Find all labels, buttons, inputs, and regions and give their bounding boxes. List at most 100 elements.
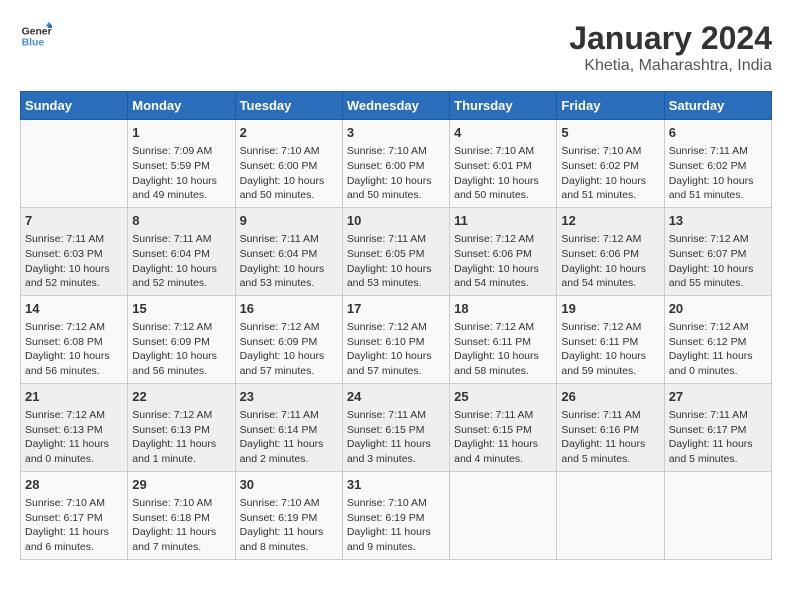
week-row-1: 1Sunrise: 7:09 AMSunset: 5:59 PMDaylight… — [21, 120, 772, 208]
week-row-5: 28Sunrise: 7:10 AMSunset: 6:17 PMDayligh… — [21, 471, 772, 559]
location-subtitle: Khetia, Maharashtra, India — [569, 57, 772, 75]
day-info-line: and 54 minutes. — [454, 276, 552, 291]
day-number: 14 — [25, 300, 123, 318]
day-info-line: Sunset: 6:06 PM — [561, 247, 659, 262]
day-info-line: and 3 minutes. — [347, 452, 445, 467]
day-info-line: and 53 minutes. — [347, 276, 445, 291]
calendar-cell: 12Sunrise: 7:12 AMSunset: 6:06 PMDayligh… — [557, 207, 664, 295]
day-info-line: and 5 minutes. — [669, 452, 767, 467]
calendar-cell: 11Sunrise: 7:12 AMSunset: 6:06 PMDayligh… — [450, 207, 557, 295]
day-number: 23 — [240, 388, 338, 406]
day-number: 17 — [347, 300, 445, 318]
day-info-line: Daylight: 10 hours — [454, 262, 552, 277]
day-info-line: Sunrise: 7:12 AM — [561, 232, 659, 247]
month-year-title: January 2024 — [569, 20, 772, 57]
day-info-line: Sunrise: 7:11 AM — [454, 408, 552, 423]
day-info-line: Sunrise: 7:10 AM — [25, 496, 123, 511]
day-info-line: Sunset: 6:01 PM — [454, 159, 552, 174]
calendar-cell: 7Sunrise: 7:11 AMSunset: 6:03 PMDaylight… — [21, 207, 128, 295]
day-info-line: Daylight: 10 hours — [132, 349, 230, 364]
day-number: 20 — [669, 300, 767, 318]
calendar-cell: 26Sunrise: 7:11 AMSunset: 6:16 PMDayligh… — [557, 383, 664, 471]
title-block: January 2024 Khetia, Maharashtra, India — [569, 20, 772, 75]
calendar-cell: 15Sunrise: 7:12 AMSunset: 6:09 PMDayligh… — [128, 295, 235, 383]
day-info-line: Daylight: 10 hours — [561, 174, 659, 189]
day-info-line: Sunset: 6:11 PM — [454, 335, 552, 350]
day-info-line: Daylight: 10 hours — [669, 262, 767, 277]
day-info-line: Daylight: 10 hours — [347, 174, 445, 189]
day-info-line: Sunrise: 7:12 AM — [669, 232, 767, 247]
day-info-line: Sunrise: 7:12 AM — [454, 320, 552, 335]
calendar-body: 1Sunrise: 7:09 AMSunset: 5:59 PMDaylight… — [21, 120, 772, 560]
calendar-cell: 17Sunrise: 7:12 AMSunset: 6:10 PMDayligh… — [342, 295, 449, 383]
day-info-line: and 0 minutes. — [25, 452, 123, 467]
day-info-line: and 52 minutes. — [25, 276, 123, 291]
day-info-line: Sunset: 6:06 PM — [454, 247, 552, 262]
day-info-line: Sunset: 6:13 PM — [132, 423, 230, 438]
day-info-line: Sunrise: 7:12 AM — [25, 408, 123, 423]
day-number: 4 — [454, 124, 552, 142]
day-number: 24 — [347, 388, 445, 406]
day-info-line: Sunrise: 7:12 AM — [561, 320, 659, 335]
calendar-cell: 14Sunrise: 7:12 AMSunset: 6:08 PMDayligh… — [21, 295, 128, 383]
page-header: General Blue January 2024 Khetia, Mahara… — [20, 20, 772, 75]
svg-text:General: General — [22, 26, 52, 37]
day-info-line: Sunset: 6:10 PM — [347, 335, 445, 350]
day-info-line: Daylight: 10 hours — [347, 262, 445, 277]
day-number: 13 — [669, 212, 767, 230]
day-info-line: Daylight: 10 hours — [25, 349, 123, 364]
header-col-monday: Monday — [128, 92, 235, 120]
day-info-line: Sunrise: 7:11 AM — [669, 408, 767, 423]
day-info-line: and 50 minutes. — [454, 188, 552, 203]
svg-text:Blue: Blue — [22, 38, 45, 49]
day-number: 26 — [561, 388, 659, 406]
day-number: 8 — [132, 212, 230, 230]
day-info-line: Daylight: 11 hours — [240, 525, 338, 540]
day-info-line: and 49 minutes. — [132, 188, 230, 203]
header-col-thursday: Thursday — [450, 92, 557, 120]
calendar-cell: 6Sunrise: 7:11 AMSunset: 6:02 PMDaylight… — [664, 120, 771, 208]
week-row-4: 21Sunrise: 7:12 AMSunset: 6:13 PMDayligh… — [21, 383, 772, 471]
calendar-cell: 23Sunrise: 7:11 AMSunset: 6:14 PMDayligh… — [235, 383, 342, 471]
day-info-line: Sunrise: 7:10 AM — [240, 144, 338, 159]
day-info-line: and 56 minutes. — [25, 364, 123, 379]
day-info-line: Sunrise: 7:11 AM — [669, 144, 767, 159]
day-info-line: Daylight: 10 hours — [347, 349, 445, 364]
day-info-line: Sunset: 6:19 PM — [240, 511, 338, 526]
day-number: 22 — [132, 388, 230, 406]
day-number: 9 — [240, 212, 338, 230]
day-info-line: Daylight: 10 hours — [240, 262, 338, 277]
day-info-line: Sunrise: 7:10 AM — [347, 144, 445, 159]
day-info-line: and 50 minutes. — [240, 188, 338, 203]
day-info-line: Sunrise: 7:10 AM — [132, 496, 230, 511]
calendar-cell: 20Sunrise: 7:12 AMSunset: 6:12 PMDayligh… — [664, 295, 771, 383]
day-info-line: Daylight: 11 hours — [347, 525, 445, 540]
calendar-cell — [557, 471, 664, 559]
header-col-friday: Friday — [557, 92, 664, 120]
day-info-line: Sunset: 6:00 PM — [240, 159, 338, 174]
day-info-line: Sunset: 6:09 PM — [240, 335, 338, 350]
day-info-line: Daylight: 10 hours — [25, 262, 123, 277]
day-info-line: Sunrise: 7:12 AM — [25, 320, 123, 335]
day-info-line: and 2 minutes. — [240, 452, 338, 467]
logo-icon: General Blue — [20, 20, 52, 52]
day-info-line: Daylight: 10 hours — [561, 349, 659, 364]
calendar-cell — [450, 471, 557, 559]
day-number: 10 — [347, 212, 445, 230]
day-info-line: Daylight: 10 hours — [561, 262, 659, 277]
day-info-line: Sunrise: 7:11 AM — [25, 232, 123, 247]
day-info-line: Daylight: 11 hours — [669, 349, 767, 364]
day-info-line: Daylight: 11 hours — [347, 437, 445, 452]
day-number: 6 — [669, 124, 767, 142]
calendar-cell: 25Sunrise: 7:11 AMSunset: 6:15 PMDayligh… — [450, 383, 557, 471]
day-info-line: Sunrise: 7:11 AM — [347, 408, 445, 423]
day-info-line: Sunset: 6:03 PM — [25, 247, 123, 262]
day-info-line: and 57 minutes. — [240, 364, 338, 379]
day-info-line: Sunrise: 7:09 AM — [132, 144, 230, 159]
header-col-wednesday: Wednesday — [342, 92, 449, 120]
day-info-line: Sunrise: 7:11 AM — [347, 232, 445, 247]
day-number: 30 — [240, 476, 338, 494]
day-number: 11 — [454, 212, 552, 230]
calendar-cell: 9Sunrise: 7:11 AMSunset: 6:04 PMDaylight… — [235, 207, 342, 295]
calendar-cell: 19Sunrise: 7:12 AMSunset: 6:11 PMDayligh… — [557, 295, 664, 383]
